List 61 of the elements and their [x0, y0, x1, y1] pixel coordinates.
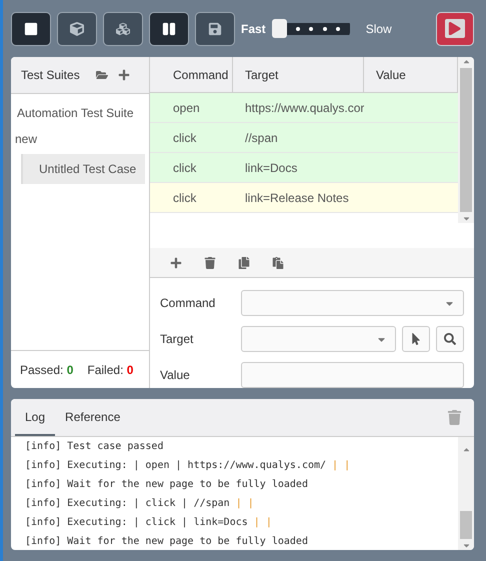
suite-item[interactable]: Automation Test Suite — [11, 94, 149, 120]
field-label: Command — [160, 296, 216, 310]
search-icon — [444, 333, 456, 345]
failed-count: Failed: 0 — [87, 362, 134, 376]
suite-item[interactable]: new — [11, 120, 149, 146]
dropdown-field[interactable] — [241, 326, 396, 352]
panel-title: Test Suites — [21, 68, 80, 82]
cube-icon — [70, 22, 84, 36]
test-case-item[interactable]: Untitled Test Case — [23, 154, 145, 184]
stop-button[interactable] — [11, 12, 51, 46]
table-cell: open — [150, 93, 233, 123]
log-line: [info] Wait for the new page to be fully loaded — [25, 478, 309, 492]
column-header[interactable]: Target — [233, 57, 364, 93]
log-line: [info] Executing: | click | link=Docs | | — [25, 516, 273, 530]
stop-icon — [24, 22, 38, 36]
column-header[interactable]: Command — [150, 57, 233, 93]
add-icon[interactable] — [118, 69, 130, 81]
passed-count: Passed: 0 — [20, 362, 74, 376]
table-cell: click — [150, 123, 233, 153]
slow-label: Slow — [366, 22, 392, 36]
column-header[interactable]: Value — [364, 57, 458, 93]
dropdown-field[interactable] — [241, 290, 464, 316]
log-line: [info] Executing: | click | //span | | — [25, 497, 255, 511]
table-cell: link=Release Notes — [233, 183, 364, 213]
table-cell: click — [150, 183, 233, 213]
pointer-icon — [410, 333, 422, 345]
save-button[interactable] — [195, 12, 235, 46]
log-tab[interactable]: Reference — [55, 399, 130, 436]
slider-thumb[interactable] — [272, 19, 287, 38]
cube-button[interactable] — [57, 12, 97, 46]
folder-icon[interactable] — [96, 69, 108, 81]
field-label: Target — [160, 332, 194, 346]
log-tab[interactable]: Log — [15, 399, 56, 436]
scrollbar[interactable] — [458, 437, 474, 550]
trash-icon[interactable] — [204, 256, 216, 269]
pause-button[interactable] — [149, 12, 189, 46]
table-cell: click — [150, 153, 233, 183]
pointer-button[interactable] — [402, 326, 430, 352]
table-cell: https://www.qualys.cor — [233, 93, 364, 123]
copy-icon[interactable] — [238, 256, 250, 269]
log-line: [info] Wait for the new page to be fully loaded — [25, 535, 309, 549]
record-button[interactable] — [436, 12, 474, 46]
search-button[interactable] — [436, 326, 464, 352]
fast-label: Fast — [241, 22, 266, 36]
table-cell: //span — [233, 123, 364, 153]
cubes-button[interactable] — [103, 12, 143, 46]
speed-slider[interactable] — [272, 19, 350, 38]
log-line: [info] Executing: | open | https://www.qualys.com/ | | — [25, 459, 352, 473]
input-field[interactable] — [241, 362, 464, 388]
field-label: Value — [160, 368, 191, 382]
scrollbar-thumb[interactable] — [460, 511, 472, 539]
scrollbar[interactable] — [458, 57, 474, 224]
add-icon[interactable] — [170, 256, 182, 269]
log-line: [info] Test case passed — [25, 440, 164, 454]
paste-icon[interactable] — [272, 256, 284, 269]
pause-icon — [162, 22, 176, 36]
scrollbar-thumb[interactable] — [460, 68, 472, 212]
save-icon — [208, 22, 222, 36]
cubes-icon — [116, 22, 130, 36]
table-cell: link=Docs — [233, 153, 364, 183]
play-icon — [445, 18, 465, 38]
